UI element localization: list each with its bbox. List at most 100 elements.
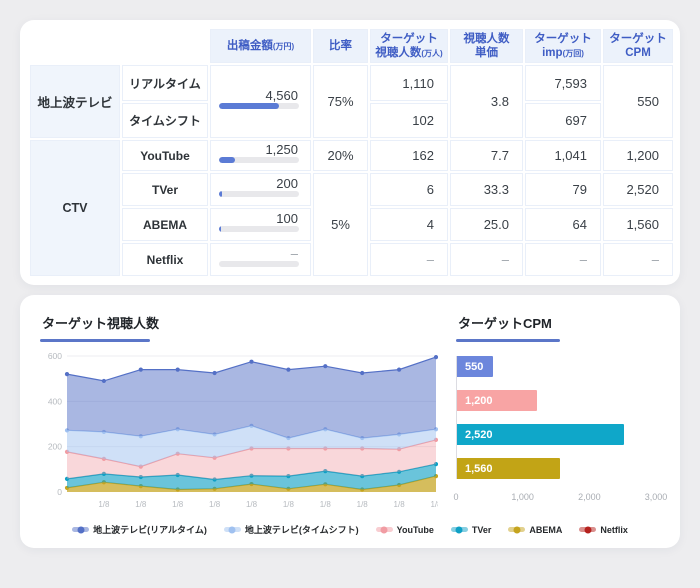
value-cell: 550 — [603, 65, 673, 138]
bar-axis-tick: 1,000 — [511, 492, 534, 502]
legend-marker-icon — [224, 527, 241, 532]
bar-axis-tick: 2,000 — [578, 492, 601, 502]
dashboard-page: 出稿金額(万円)比率ターゲット視聴人数(万人)視聴人数単価ターゲットimp(万回… — [0, 20, 700, 548]
value-cell: 7,593 — [525, 65, 601, 101]
spend-value: 1,250 — [211, 142, 310, 157]
bar-row: 1,560 — [457, 458, 656, 479]
bar-value-label: 550 — [457, 361, 483, 373]
bar-2: 1,200 — [457, 390, 537, 411]
bar-row: 2,520 — [457, 424, 656, 445]
value-cell: 6 — [370, 173, 448, 206]
legend-label: ABEMA — [529, 525, 562, 535]
area-chart-title: ターゲット視聴人数 — [40, 313, 442, 332]
bar-3: 2,520 — [457, 424, 624, 445]
ratio-cell: 75% — [313, 65, 368, 138]
legend-item[interactable]: YouTube — [376, 525, 434, 535]
column-header-unit: 視聴人数単価 — [450, 29, 523, 63]
bar-chart-axis: 01,0002,0003,000 — [456, 492, 656, 505]
value-cell: 25.0 — [450, 208, 523, 241]
value-cell: 33.3 — [450, 173, 523, 206]
spend-value: 4,560 — [211, 88, 310, 103]
row-group-cell: 地上波テレビ — [30, 65, 120, 138]
legend-label: Netflix — [600, 525, 628, 535]
value-cell: – — [525, 243, 601, 276]
row-label-cell: TVer — [122, 173, 208, 206]
bar-chart-title: ターゲットCPM — [456, 313, 660, 332]
bar-row: 550 — [457, 356, 656, 377]
area-title-underline — [40, 339, 150, 342]
legend-label: TVer — [472, 525, 492, 535]
spend-bar-track — [219, 261, 299, 267]
spend-bar-fill — [219, 103, 279, 109]
svg-text:1/8: 1/8 — [320, 500, 332, 509]
legend-label: YouTube — [397, 525, 434, 535]
row-label-cell: ABEMA — [122, 208, 208, 241]
table-row: TVer2005%633.3792,520 — [30, 173, 673, 206]
spend-value: – — [211, 246, 310, 261]
row-group-cell: CTV — [30, 140, 120, 276]
value-cell: 162 — [370, 140, 448, 171]
legend-marker-icon — [508, 527, 525, 532]
svg-text:1/8: 1/8 — [135, 500, 147, 509]
legend-item[interactable]: TVer — [451, 525, 492, 535]
svg-text:200: 200 — [48, 442, 62, 452]
legend-item[interactable]: 地上波テレビ(リアルタイム) — [72, 523, 207, 536]
bar-axis-tick: 3,000 — [645, 492, 668, 502]
column-header-cpm: ターゲットCPM — [603, 29, 673, 63]
spend-cell: 100 — [210, 208, 311, 241]
spend-bar-track — [219, 103, 299, 109]
svg-text:1/8: 1/8 — [246, 500, 258, 509]
media-plan-table: 出稿金額(万円)比率ターゲット視聴人数(万人)視聴人数単価ターゲットimp(万回… — [28, 27, 675, 278]
value-cell: 1,560 — [603, 208, 673, 241]
ratio-cell: 20% — [313, 140, 368, 171]
legend-marker-icon — [376, 527, 393, 532]
column-header-imp: ターゲットimp(万回) — [525, 29, 601, 63]
spend-cell: 4,560 — [210, 65, 311, 138]
legend-marker-icon — [579, 527, 596, 532]
table-row: 地上波テレビリアルタイム4,56075%1,1103.87,593550 — [30, 65, 673, 101]
svg-text:0: 0 — [57, 487, 62, 497]
bar-chart-plot: 550 1,200 2,520 1,560 — [456, 356, 656, 479]
column-header-spend: 出稿金額(万円) — [210, 29, 311, 63]
bar-axis-tick: 0 — [453, 492, 458, 502]
svg-text:1/8: 1/8 — [172, 500, 184, 509]
value-cell: 1,110 — [370, 65, 448, 101]
column-header-viewers: ターゲット視聴人数(万人) — [370, 29, 448, 63]
legend-marker-icon — [451, 527, 468, 532]
legend-item[interactable]: ABEMA — [508, 525, 562, 535]
legend-marker-icon — [72, 527, 89, 532]
bar-value-label: 1,200 — [457, 395, 493, 407]
ratio-cell: 5% — [313, 173, 368, 276]
row-label-cell: タイムシフト — [122, 103, 208, 138]
bar-4: 1,560 — [457, 458, 560, 479]
media-plan-table-card: 出稿金額(万円)比率ターゲット視聴人数(万人)視聴人数単価ターゲットimp(万回… — [20, 20, 680, 285]
charts-row: ターゲット視聴人数 0 200 400 600 1/8 1/8 1/8 1/8 1/8 1/8 1/… — [40, 313, 660, 514]
value-cell: – — [603, 243, 673, 276]
svg-text:400: 400 — [48, 396, 62, 406]
table-header-row: 出稿金額(万円)比率ターゲット視聴人数(万人)視聴人数単価ターゲットimp(万回… — [30, 29, 673, 63]
bar-value-label: 1,560 — [457, 463, 493, 475]
legend-item[interactable]: 地上波テレビ(タイムシフト) — [224, 523, 359, 536]
spend-value: 100 — [211, 211, 310, 226]
spend-cell: 1,250 — [210, 140, 311, 171]
value-cell: 79 — [525, 173, 601, 206]
legend-item[interactable]: Netflix — [579, 525, 628, 535]
spend-bar-track — [219, 226, 299, 232]
value-cell: 7.7 — [450, 140, 523, 171]
table-row: CTVYouTube1,25020%1627.71,0411,200 — [30, 140, 673, 171]
svg-text:600: 600 — [48, 351, 62, 361]
svg-text:1/8: 1/8 — [98, 500, 110, 509]
column-header-ratio: 比率 — [313, 29, 368, 63]
chart-legend: 地上波テレビ(リアルタイム) 地上波テレビ(タイムシフト) YouTube TVer A… — [40, 523, 660, 536]
svg-text:1/8: 1/8 — [394, 500, 406, 509]
spend-bar-track — [219, 191, 299, 197]
value-cell: 4 — [370, 208, 448, 241]
spend-bar-fill — [219, 226, 221, 232]
svg-text:1/8: 1/8 — [283, 500, 295, 509]
svg-text:1/8: 1/8 — [357, 500, 369, 509]
value-cell: 102 — [370, 103, 448, 138]
value-cell: 3.8 — [450, 65, 523, 138]
spend-bar-fill — [219, 191, 222, 197]
value-cell: 2,520 — [603, 173, 673, 206]
table-body: 地上波テレビリアルタイム4,56075%1,1103.87,593550タイムシ… — [30, 65, 673, 276]
